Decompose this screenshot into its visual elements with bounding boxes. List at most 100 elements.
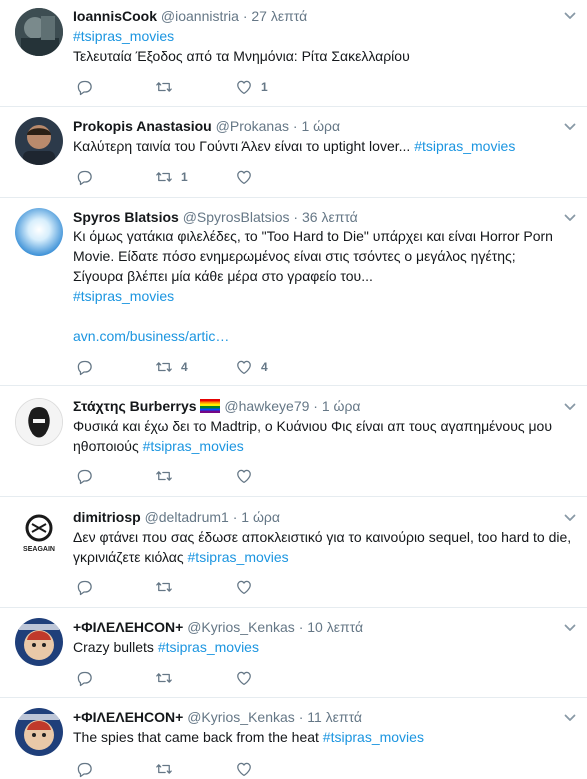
hashtag-link[interactable]: #tsipras_movies bbox=[323, 729, 424, 745]
username[interactable]: @ioannistria bbox=[161, 8, 239, 24]
reply-icon bbox=[75, 358, 93, 376]
display-name[interactable]: Spyros Blatsios bbox=[73, 209, 179, 225]
tweet-text-line: Φυσικά και έχω δει το Madtrip, ο Κυάνιου… bbox=[73, 418, 553, 434]
avatar-image-icon bbox=[15, 708, 63, 756]
tweet-text: Καλύτερη ταινία του Γούντι Άλεν είναι το… bbox=[73, 136, 573, 156]
like-button[interactable]: 4 bbox=[235, 357, 268, 377]
like-count: 4 bbox=[261, 360, 268, 374]
username[interactable]: @Prokanas bbox=[216, 118, 289, 134]
tweet-text-line: The spies that came back from the heat bbox=[73, 729, 319, 745]
like-button[interactable] bbox=[235, 466, 261, 486]
tweet-text: The spies that came back from the heat #… bbox=[73, 727, 573, 747]
username[interactable]: @SpyrosBlatsios bbox=[183, 209, 290, 225]
timestamp[interactable]: 27 λεπτά bbox=[251, 8, 307, 24]
reply-button[interactable] bbox=[75, 668, 93, 688]
avatar-image-icon bbox=[15, 208, 63, 256]
username[interactable]: @Kyrios_Kenkas bbox=[187, 709, 295, 725]
chevron-down-icon[interactable] bbox=[563, 621, 577, 635]
tweet[interactable]: +ΦΙΛΕΛΕΗCON+ @Kyrios_Kenkas · 11 λεπτά T… bbox=[0, 698, 587, 771]
chevron-down-icon[interactable] bbox=[563, 711, 577, 725]
hashtag-link[interactable]: #tsipras_movies bbox=[73, 28, 174, 44]
retweet-button[interactable] bbox=[155, 759, 181, 779]
tweet-text: Φυσικά και έχω δει το Madtrip, ο Κυάνιου… bbox=[73, 416, 573, 456]
tweet-text-line: Σίγουρα βλέπει μία κάθε μέρα στο γραφείο… bbox=[73, 268, 373, 284]
like-button[interactable] bbox=[235, 167, 261, 187]
avatar[interactable] bbox=[15, 8, 63, 56]
chevron-down-icon[interactable] bbox=[563, 9, 577, 23]
heart-icon bbox=[235, 168, 253, 186]
tweet[interactable]: Prokopis Anastasiou @Prokanas · 1 ώρα Κα… bbox=[0, 107, 587, 198]
timestamp[interactable]: 1 ώρα bbox=[301, 118, 340, 134]
like-button[interactable]: 1 bbox=[235, 77, 268, 97]
like-button[interactable] bbox=[235, 668, 261, 688]
display-name[interactable]: +ΦΙΛΕΛΕΗCON+ bbox=[73, 709, 183, 725]
reply-button[interactable] bbox=[75, 577, 93, 597]
hashtag-link[interactable]: #tsipras_movies bbox=[73, 288, 174, 304]
tweet-text: Δεν φτάνει που σας έδωσε αποκλειστικό γι… bbox=[73, 527, 573, 567]
tweet[interactable]: IoannisCook @ioannistria · 27 λεπτά #tsi… bbox=[0, 0, 587, 107]
tweet-header: IoannisCook @ioannistria · 27 λεπτά bbox=[73, 7, 307, 25]
chevron-down-icon[interactable] bbox=[563, 400, 577, 414]
username[interactable]: @hawkeye79 bbox=[224, 398, 309, 414]
hashtag-link[interactable]: #tsipras_movies bbox=[414, 138, 515, 154]
tweet-text-line: Τελευταία Έξοδος από τα Μνημόνια: Ρίτα Σ… bbox=[73, 48, 410, 64]
avatar[interactable] bbox=[15, 117, 63, 165]
like-button[interactable] bbox=[235, 577, 261, 597]
chevron-down-icon[interactable] bbox=[563, 211, 577, 225]
username[interactable]: @Kyrios_Kenkas bbox=[187, 619, 295, 635]
chevron-down-icon[interactable] bbox=[563, 120, 577, 134]
retweet-icon bbox=[155, 578, 173, 596]
reply-button[interactable] bbox=[75, 759, 93, 779]
retweet-button[interactable] bbox=[155, 577, 181, 597]
reply-icon bbox=[75, 168, 93, 186]
hashtag-link[interactable]: #tsipras_movies bbox=[158, 639, 259, 655]
retweet-icon bbox=[155, 467, 173, 485]
avatar[interactable] bbox=[15, 398, 63, 446]
display-name[interactable]: Στάχτης Burberrys bbox=[73, 398, 197, 414]
heart-icon bbox=[235, 760, 253, 778]
tweet[interactable]: Spyros Blatsios @SpyrosBlatsios · 36 λεπ… bbox=[0, 198, 587, 386]
tweet-text-line: Καλύτερη ταινία του Γούντι Άλεν είναι το… bbox=[73, 138, 411, 154]
avatar-image-icon bbox=[16, 399, 62, 445]
chevron-down-icon[interactable] bbox=[563, 511, 577, 525]
retweet-button[interactable] bbox=[155, 77, 181, 97]
reply-button[interactable] bbox=[75, 466, 93, 486]
tweet-text: Crazy bullets #tsipras_movies bbox=[73, 637, 573, 657]
timestamp[interactable]: 11 λεπτά bbox=[307, 709, 362, 725]
timestamp[interactable]: 36 λεπτά bbox=[302, 209, 358, 225]
heart-icon bbox=[235, 467, 253, 485]
retweet-button[interactable]: 4 bbox=[155, 357, 188, 377]
retweet-button[interactable] bbox=[155, 466, 181, 486]
tweet[interactable]: Στάχτης Burberrys @hawkeye79 · 1 ώρα Φυσ… bbox=[0, 386, 587, 497]
avatar-image-icon bbox=[15, 8, 63, 56]
hashtag-link[interactable]: #tsipras_movies bbox=[188, 549, 289, 565]
username[interactable]: @deltadrum1 bbox=[145, 509, 229, 525]
like-button[interactable] bbox=[235, 759, 261, 779]
timestamp[interactable]: 1 ώρα bbox=[322, 398, 361, 414]
tweet[interactable]: +ΦΙΛΕΛΕΗCON+ @Kyrios_Kenkas · 10 λεπτά C… bbox=[0, 608, 587, 698]
timestamp[interactable]: 1 ώρα bbox=[241, 509, 280, 525]
display-name[interactable]: Prokopis Anastasiou bbox=[73, 118, 212, 134]
reply-icon bbox=[75, 78, 93, 96]
reply-button[interactable] bbox=[75, 77, 93, 97]
display-name[interactable]: dimitriosp bbox=[73, 509, 141, 525]
tweet[interactable]: SEAGAIN dimitriosp @deltadrum1 · 1 ώρα Δ… bbox=[0, 497, 587, 608]
external-link[interactable]: avn.com/business/artic… bbox=[73, 328, 229, 344]
timestamp[interactable]: 10 λεπτά bbox=[307, 619, 363, 635]
avatar[interactable] bbox=[15, 708, 63, 756]
display-name[interactable]: +ΦΙΛΕΛΕΗCON+ bbox=[73, 619, 183, 635]
display-name[interactable]: IoannisCook bbox=[73, 8, 157, 24]
avatar[interactable] bbox=[15, 208, 63, 256]
reply-button[interactable] bbox=[75, 167, 93, 187]
avatar[interactable]: SEAGAIN bbox=[15, 509, 63, 557]
reply-button[interactable] bbox=[75, 357, 93, 377]
separator-dot: · bbox=[298, 709, 304, 725]
avatar[interactable] bbox=[15, 618, 63, 666]
heart-icon bbox=[235, 358, 253, 376]
retweet-button[interactable]: 1 bbox=[155, 167, 188, 187]
reply-icon bbox=[75, 578, 93, 596]
reply-icon bbox=[75, 669, 93, 687]
hashtag-link[interactable]: #tsipras_movies bbox=[143, 438, 244, 454]
retweet-icon bbox=[155, 760, 173, 778]
retweet-button[interactable] bbox=[155, 668, 181, 688]
